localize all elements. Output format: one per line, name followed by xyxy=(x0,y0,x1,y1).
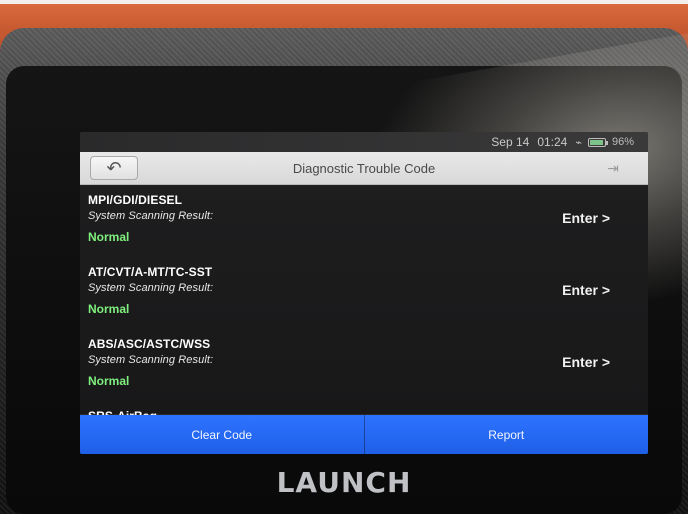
scan-result-status: Normal xyxy=(88,374,130,388)
system-name: MPI/GDI/DIESEL xyxy=(88,193,183,207)
enter-button[interactable]: Enter > xyxy=(562,282,610,298)
scan-result-label: System Scanning Result: xyxy=(88,282,214,294)
system-name: ABS/ASC/ASTC/WSS xyxy=(88,337,211,351)
wifi-icon: ⌁ xyxy=(575,136,582,149)
bottom-action-bar: Clear Code Report xyxy=(80,414,648,454)
status-bar: Sep 14 01:24 ⌁ 96% xyxy=(80,132,648,152)
page-title: Diagnostic Trouble Code xyxy=(292,160,436,176)
system-name: AT/CVT/A-MT/TC-SST xyxy=(88,265,213,279)
report-button[interactable]: Report xyxy=(363,415,648,454)
back-arrow-icon: ↶ xyxy=(106,158,122,178)
battery-icon xyxy=(587,137,608,147)
clear-code-button[interactable]: Clear Code xyxy=(80,415,364,454)
system-row[interactable]: ABS/ASC/ASTC/WSS System Scanning Result:… xyxy=(80,329,648,401)
header-bar: ↶ Diagnostic Trouble Code ⇥ xyxy=(80,152,648,185)
brand-logo: LAUNCH xyxy=(276,466,412,499)
system-row[interactable]: MPI/GDI/DIESEL System Scanning Result: N… xyxy=(80,185,648,257)
exit-button[interactable]: ⇥ xyxy=(606,160,620,176)
screen: Sep 14 01:24 ⌁ 96% ↶ Diagnostic Trouble … xyxy=(80,132,648,454)
back-button[interactable]: ↶ xyxy=(90,156,138,180)
status-time: 01:24 xyxy=(537,135,568,149)
status-date: Sep 14 xyxy=(491,135,530,149)
system-list: MPI/GDI/DIESEL System Scanning Result: N… xyxy=(80,185,648,425)
device-photo: Sep 14 01:24 ⌁ 96% ↶ Diagnostic Trouble … xyxy=(0,0,688,514)
scan-result-status: Normal xyxy=(88,230,130,244)
system-row[interactable]: AT/CVT/A-MT/TC-SST System Scanning Resul… xyxy=(80,257,648,329)
scan-result-status: Normal xyxy=(88,302,130,316)
scan-result-label: System Scanning Result: xyxy=(88,354,214,366)
status-icons: ⌁ 96% xyxy=(575,136,634,149)
enter-button[interactable]: Enter > xyxy=(562,354,610,370)
scan-result-label: System Scanning Result: xyxy=(88,210,214,222)
battery-percentage: 96% xyxy=(611,136,634,148)
enter-button[interactable]: Enter > xyxy=(562,210,610,226)
exit-icon: ⇥ xyxy=(607,159,619,176)
